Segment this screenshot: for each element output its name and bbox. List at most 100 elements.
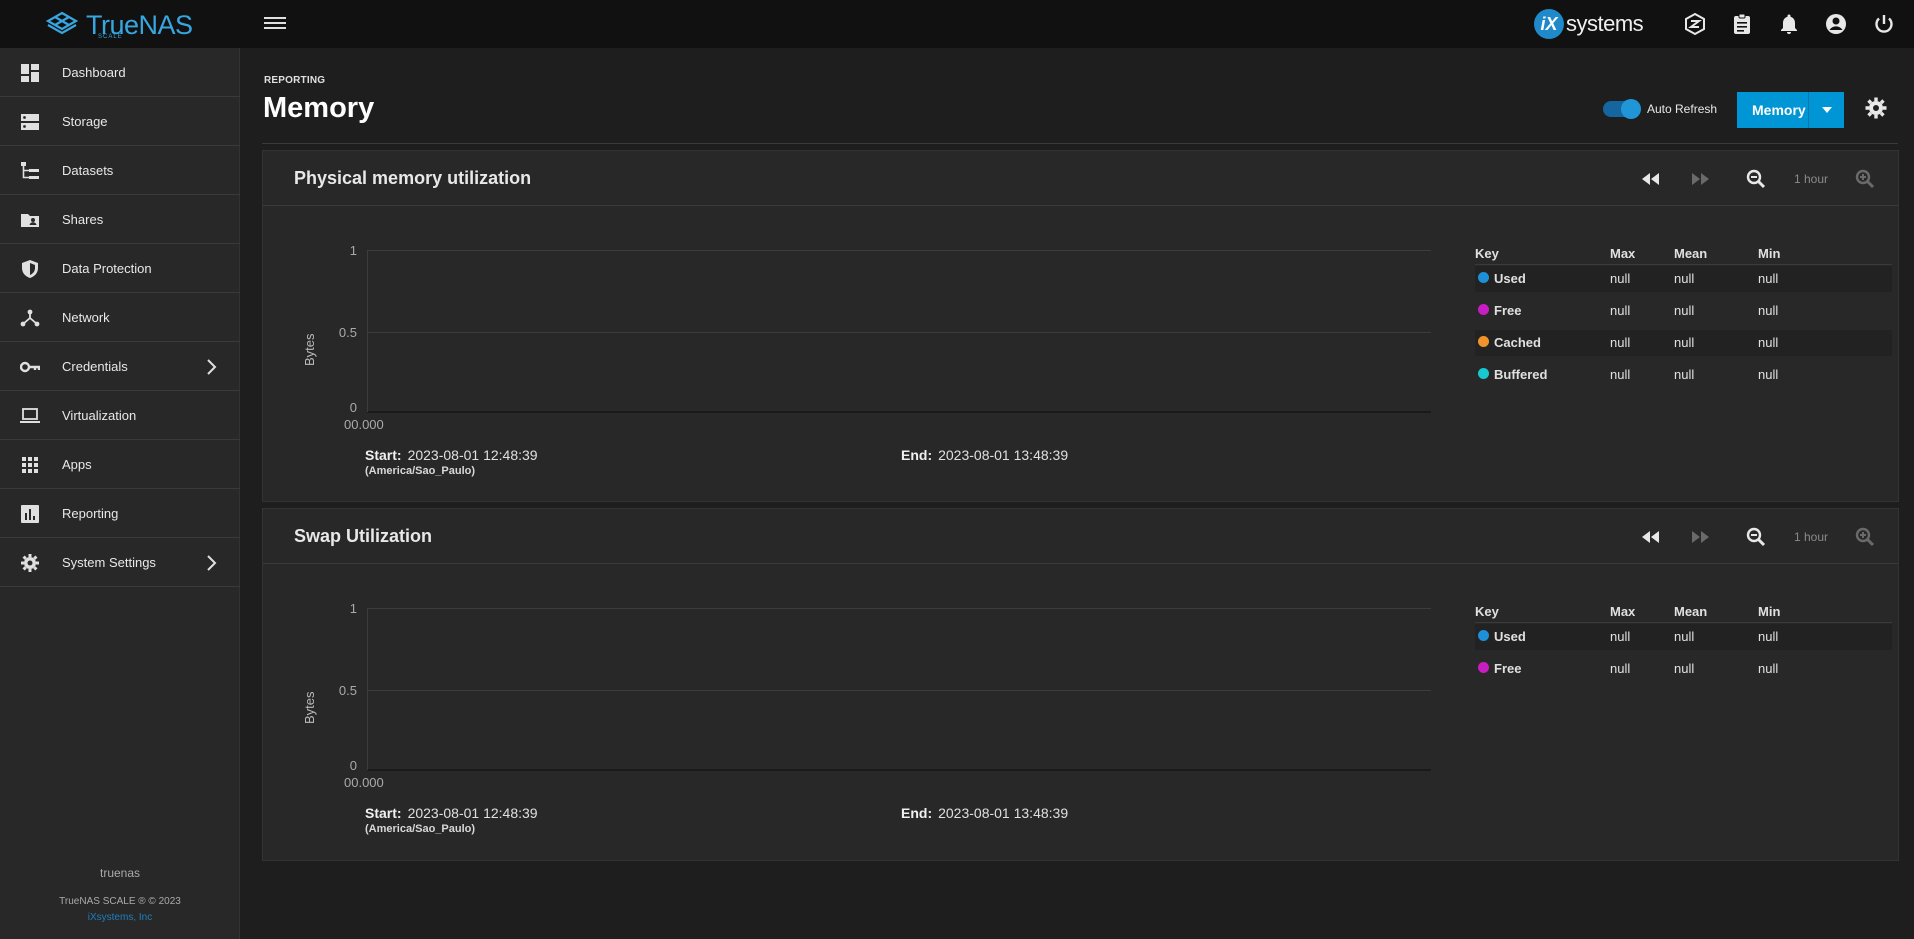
y-tick: 0 [349,400,357,415]
swap-utilization-card: Swap Utilization 1 hour Bytes 1 0.5 0 00… [262,508,1899,861]
sidebar-item-data-protection[interactable]: Data Protection [0,244,240,293]
chevron-right-icon [207,359,217,375]
datasets-icon [21,162,39,179]
legend-min: null [1758,629,1779,644]
legend-max: null [1610,303,1631,318]
legend-col-mean: Mean [1674,246,1708,261]
legend-max: null [1610,629,1631,644]
sidebar-item-storage[interactable]: Storage [0,97,240,146]
legend-key: Free [1494,661,1522,676]
legend-min: null [1758,661,1779,676]
legend-header: Key Max Mean Min [1475,243,1892,265]
x-tick: 00.000 [344,417,384,432]
sidebar-item-label: Apps [62,456,92,472]
sidebar-item-label: Reporting [62,505,119,521]
chevron-right-icon [207,555,217,571]
sidebar-item-dashboard[interactable]: Dashboard [0,48,240,97]
sidebar-item-credentials[interactable]: Credentials [0,342,240,391]
legend-col-key: Key [1475,604,1499,619]
sidebar-item-system-settings[interactable]: System Settings [0,538,240,587]
card-title: Swap Utilization [294,526,433,546]
sidebar-item-shares[interactable]: Shares [0,195,240,244]
card-header: Swap Utilization 1 hour [263,509,1898,564]
legend-row-cached[interactable]: Cached null null null [1475,330,1892,356]
sidebar-item-datasets[interactable]: Datasets [0,146,240,195]
dashboard-icon [21,64,39,82]
sidebar-item-apps[interactable]: Apps [0,440,240,489]
sidebar-item-virtualization[interactable]: Virtualization [0,391,240,440]
legend-max: null [1610,367,1631,382]
sidebar: Dashboard Storage Datasets Shares Data P… [0,48,240,939]
x-tick: 00.000 [344,775,384,790]
legend-mean: null [1674,661,1695,676]
chart-plot-area[interactable] [367,603,1431,773]
notifications-bell-icon[interactable] [1777,12,1801,36]
breadcrumb[interactable]: REPORTING [264,75,325,86]
y-tick: 0.5 [338,683,357,698]
timezone: (America/Sao_Paulo) [365,465,476,477]
legend-mean: null [1674,303,1695,318]
y-tick: 0 [349,758,357,773]
zoom-in-icon[interactable] [1853,167,1877,191]
end-time: End: 2023-08-01 13:48:39 [901,447,1068,463]
sidebar-item-label: Dashboard [62,64,126,80]
zoom-out-icon[interactable] [1744,167,1768,191]
company-link[interactable]: iXsystems, Inc [0,912,240,923]
legend-col-min: Min [1758,246,1781,261]
auto-refresh-label: Auto Refresh [1647,102,1718,116]
auto-refresh-toggle[interactable] [1603,99,1641,119]
y-tick: 1 [349,243,357,258]
x-axis-line [367,411,1431,413]
rewind-icon[interactable] [1639,525,1663,549]
report-type-select[interactable]: Memory [1737,92,1844,128]
menu-toggle-icon[interactable] [264,14,286,34]
legend-row-used[interactable]: Used null null null [1475,624,1892,650]
legend-min: null [1758,335,1779,350]
rewind-icon[interactable] [1639,167,1663,191]
sidebar-item-label: Datasets [62,162,114,178]
legend-min: null [1758,271,1779,286]
chart-plot-area[interactable] [367,245,1431,415]
legend-col-mean: Mean [1674,604,1708,619]
sidebar-item-reporting[interactable]: Reporting [0,489,240,538]
ixsystems-logo[interactable]: iX systems [1534,9,1644,39]
apps-grid-icon [22,457,38,473]
legend-max: null [1610,661,1631,676]
zoom-in-icon[interactable] [1853,525,1877,549]
legend-row-free[interactable]: Free null null null [1475,298,1892,324]
sidebar-item-network[interactable]: Network [0,293,240,342]
sidebar-item-label: Shares [62,211,104,227]
legend-row-buffered[interactable]: Buffered null null null [1475,362,1892,388]
legend-mean: null [1674,629,1695,644]
account-circle-icon[interactable] [1824,12,1848,36]
settings-gear-icon[interactable] [1864,96,1888,120]
zoom-out-icon[interactable] [1744,525,1768,549]
truenas-logo[interactable]: TrueNAS SCALE [44,8,204,42]
fast-forward-icon[interactable] [1688,167,1712,191]
legend-row-free[interactable]: Free null null null [1475,656,1892,682]
truenas-logo-icon [45,11,79,35]
fast-forward-icon[interactable] [1688,525,1712,549]
end-value: 2023-08-01 13:48:39 [938,447,1069,463]
reporting-icon [21,505,39,523]
jobs-clipboard-icon[interactable] [1730,12,1754,36]
legend-key: Used [1494,629,1526,644]
legend-col-min: Min [1758,604,1781,619]
gridline [367,332,1431,333]
truecommand-icon[interactable] [1683,12,1707,36]
legend-key: Buffered [1494,367,1548,382]
legend-col-max: Max [1610,604,1636,619]
copyright: TrueNAS SCALE ® © 2023 [59,896,181,907]
start-time: Start: 2023-08-01 12:48:39 [365,447,538,463]
shield-icon [22,260,38,278]
series-color-dot [1478,368,1489,379]
sidebar-item-label: Virtualization [62,407,137,423]
series-color-dot [1478,336,1489,347]
series-color-dot [1478,630,1489,641]
sidebar-item-label: Storage [62,113,108,129]
legend-row-used[interactable]: Used null null null [1475,266,1892,292]
power-icon[interactable] [1872,12,1896,36]
legend-max: null [1610,271,1631,286]
legend-mean: null [1674,367,1695,382]
y-axis-label: Bytes [302,333,317,366]
